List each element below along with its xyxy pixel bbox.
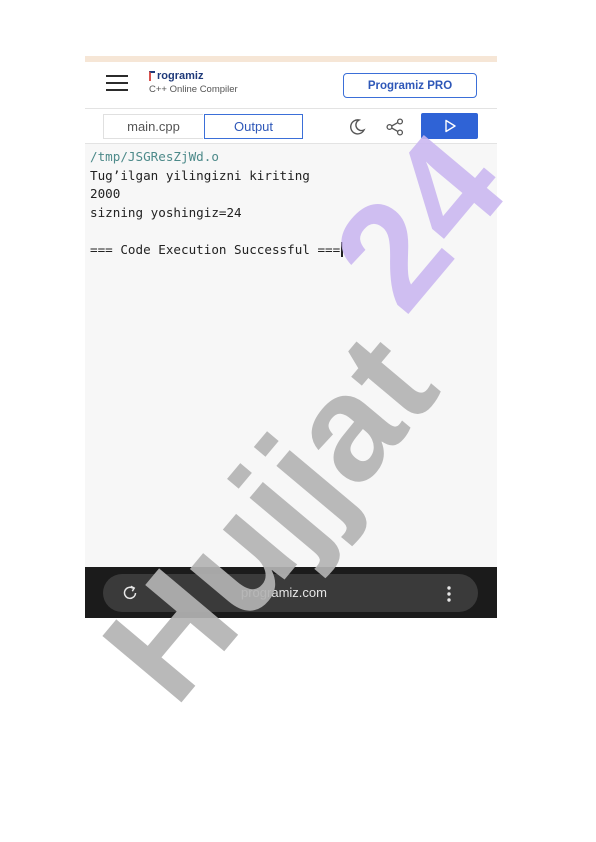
app-header: rogramiz C++ Online Compiler Programiz P… bbox=[85, 62, 497, 109]
logo-subtitle: C++ Online Compiler bbox=[149, 84, 238, 95]
editor-toolbar: main.cpp Output bbox=[85, 109, 497, 144]
programiz-pro-button[interactable]: Programiz PRO bbox=[343, 73, 477, 98]
tab-main-cpp[interactable]: main.cpp bbox=[103, 114, 203, 139]
hamburger-menu-icon[interactable] bbox=[106, 75, 128, 91]
output-line: sizning yoshingiz=24 bbox=[90, 204, 242, 220]
output-console: /tmp/JSGResZjWd.o Tug’ilgan yilingizni ki… bbox=[90, 148, 490, 259]
reload-icon[interactable] bbox=[120, 583, 140, 603]
output-line: 2000 bbox=[90, 186, 121, 201]
run-icon bbox=[444, 119, 456, 133]
moon-icon[interactable] bbox=[347, 117, 367, 137]
app-screen: rogramiz C++ Online Compiler Programiz P… bbox=[85, 56, 497, 618]
browser-bar: programiz.com bbox=[85, 567, 497, 618]
url-text: programiz.com bbox=[241, 585, 327, 600]
address-bar[interactable]: programiz.com bbox=[103, 574, 478, 612]
output-line-last[interactable]: === Code Execution Successful === bbox=[90, 241, 490, 260]
logo-title: rogramiz bbox=[157, 70, 204, 82]
output-line: Tug’ilgan yilingizni kiriting bbox=[90, 167, 310, 183]
kebab-menu-icon[interactable] bbox=[442, 584, 456, 604]
share-icon[interactable] bbox=[385, 117, 405, 137]
logo[interactable]: rogramiz C++ Online Compiler bbox=[149, 70, 238, 95]
text-cursor bbox=[341, 241, 343, 257]
tab-output[interactable]: Output bbox=[204, 114, 303, 139]
output-line: === Code Execution Successful === bbox=[90, 241, 341, 257]
output-line: /tmp/JSGResZjWd.o bbox=[90, 149, 219, 164]
run-button[interactable] bbox=[421, 113, 478, 139]
programiz-logo-icon bbox=[149, 71, 155, 81]
